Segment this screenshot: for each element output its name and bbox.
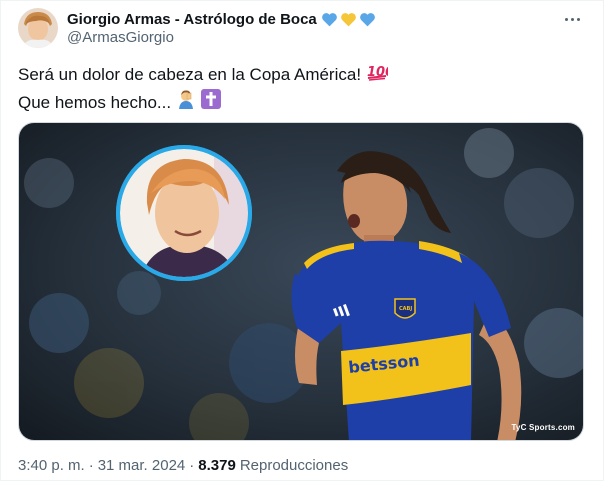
meta-separator: · xyxy=(189,457,195,474)
tweet-media-image[interactable]: CABJ betsson TyC Sports.com xyxy=(18,122,584,441)
tweet-line-2: Que hemos hecho... xyxy=(18,89,588,117)
tweet-line-1: Será un dolor de cabeza en la Copa Améri… xyxy=(18,61,588,89)
meta-separator: · xyxy=(88,457,94,474)
tweet-line-2-text: Que hemos hecho... xyxy=(18,93,172,112)
name-emojis xyxy=(321,12,376,27)
tweet-line-1-text: Será un dolor de cabeza en la Copa Améri… xyxy=(18,65,362,84)
facepalm-icon xyxy=(176,89,196,117)
views-count[interactable]: 8.379 xyxy=(198,457,236,474)
svg-text:CABJ: CABJ xyxy=(399,306,412,312)
blue-heart-icon xyxy=(359,12,375,26)
tweet-date[interactable]: 31 mar. 2024 xyxy=(98,457,186,474)
tweet-meta: 3:40 p. m. · 31 mar. 2024 · 8.379 Reprod… xyxy=(18,457,348,474)
hundred-points-icon: 100 xyxy=(366,61,394,89)
views-label[interactable]: Reproducciones xyxy=(240,457,348,474)
author-name-row[interactable]: Giorgio Armas - Astrólogo de Boca xyxy=(67,9,376,29)
media-watermark: TyC Sports.com xyxy=(511,423,575,432)
tweet-text: Será un dolor de cabeza en la Copa Améri… xyxy=(18,61,588,117)
author-avatar[interactable] xyxy=(18,8,58,48)
tweet-time[interactable]: 3:40 p. m. xyxy=(18,457,85,474)
more-options-icon[interactable] xyxy=(561,9,583,29)
latin-cross-icon xyxy=(201,89,222,117)
yellow-heart-icon xyxy=(340,12,356,26)
author-handle[interactable]: @ArmasGiorgio xyxy=(67,29,174,46)
author-display-name[interactable]: Giorgio Armas - Astrólogo de Boca xyxy=(67,11,317,28)
tweet-card[interactable]: Giorgio Armas - Astrólogo de Boca @Armas… xyxy=(0,0,604,481)
blue-heart-icon xyxy=(321,12,337,26)
